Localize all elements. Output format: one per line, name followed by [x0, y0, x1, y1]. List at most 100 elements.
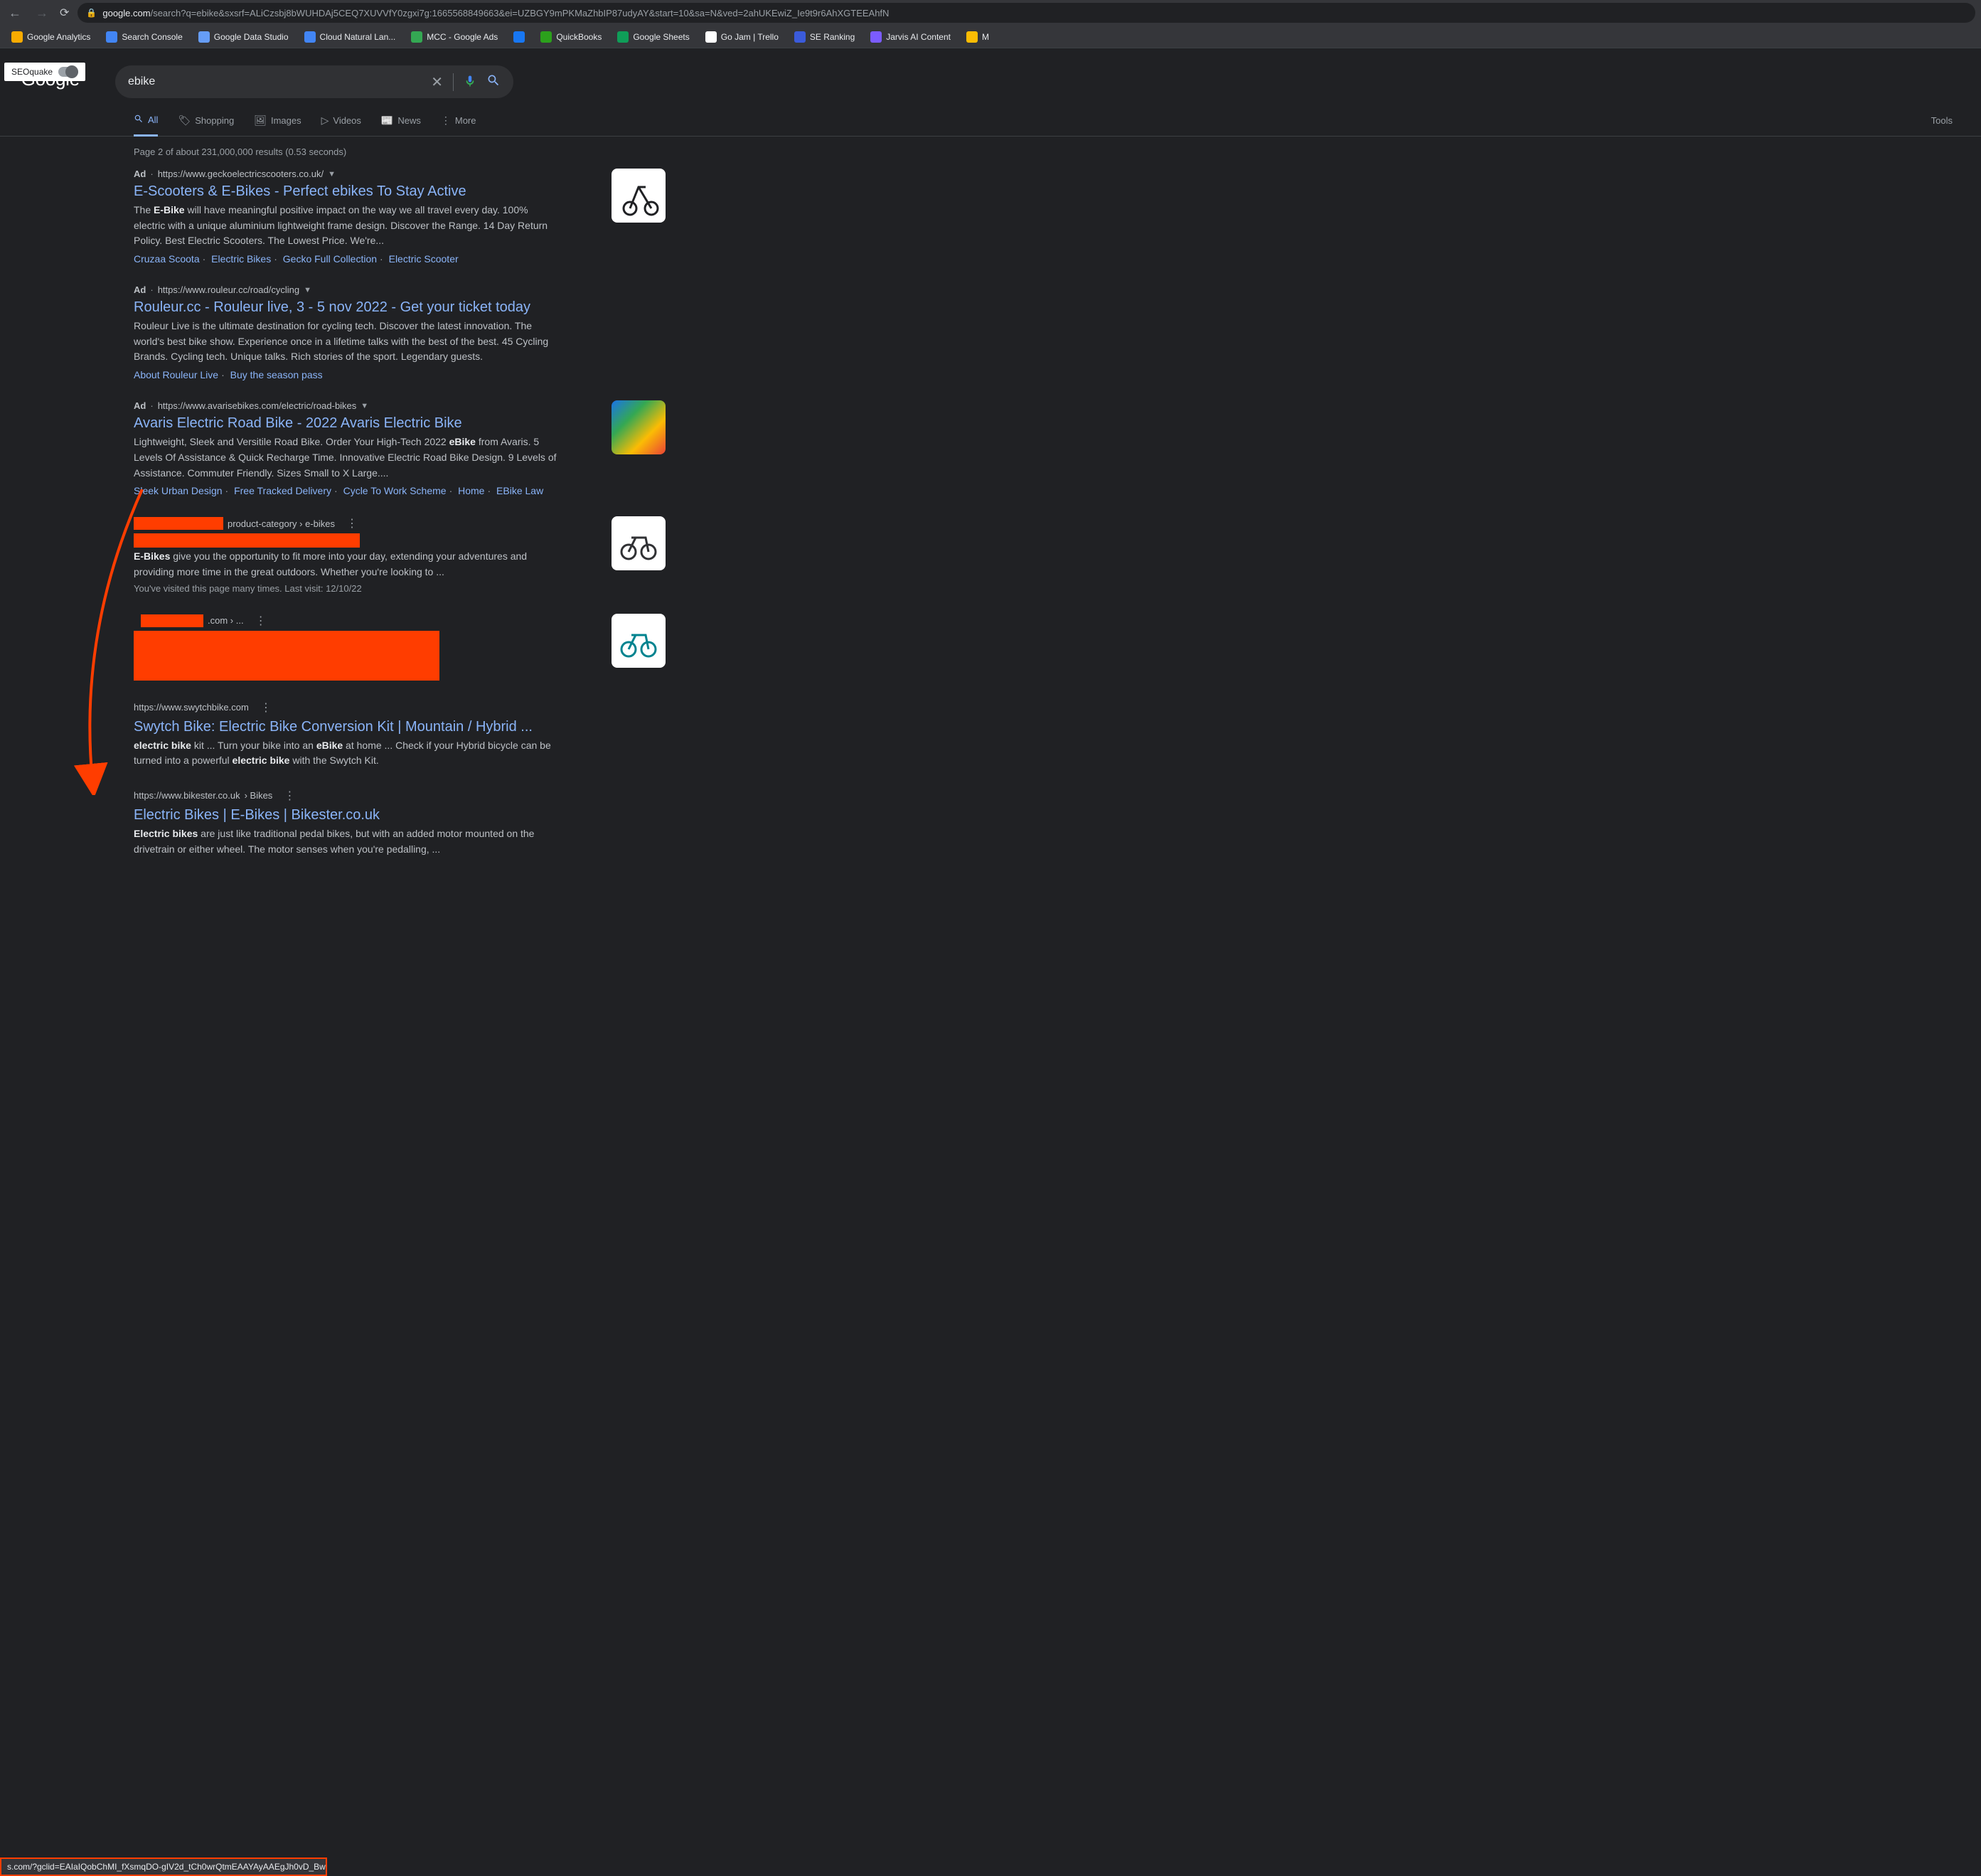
tab-news[interactable]: 📰 News [381, 114, 421, 135]
result-cite-suffix: product-category › e-bikes [228, 518, 335, 529]
result-sitelinks: About Rouleur Live· Buy the season pass [134, 369, 597, 380]
bookmark-label: Cloud Natural Lan... [320, 32, 396, 42]
result-thumbnail[interactable] [612, 614, 666, 668]
sitelink[interactable]: Electric Scooter [389, 253, 459, 265]
bookmark-label: Google Analytics [27, 32, 90, 42]
redacted-title [134, 533, 360, 548]
tab-all[interactable]: All [134, 114, 158, 137]
bookmark-item[interactable]: SE Ranking [789, 28, 860, 46]
bookmarks-bar: Google Analytics Search Console Google Dat… [0, 26, 1981, 48]
bookmark-item[interactable]: Go Jam | Trello [700, 28, 784, 46]
result-organic-4: https://www.bikester.co.uk › Bikes ⋮ Ele… [134, 789, 597, 857]
sitelink[interactable]: Cruzaa Scoota [134, 253, 200, 265]
mic-icon[interactable] [464, 75, 476, 90]
result-ad-1: Ad · https://www.geckoelectricscooters.c… [134, 169, 597, 265]
result-menu-icon[interactable]: ⋮ [346, 516, 358, 531]
chevron-down-icon[interactable]: ▼ [304, 286, 311, 294]
result-stats: Page 2 of about 231,000,000 results (0.5… [134, 146, 597, 157]
search-header: Google ✕ [0, 48, 1981, 98]
back-button[interactable]: ← [6, 3, 24, 23]
result-thumbnail[interactable] [612, 169, 666, 223]
ad-label: Ad [134, 400, 146, 411]
search-input[interactable] [128, 75, 421, 88]
bookmark-favicon [198, 31, 210, 43]
result-ad-2: Ad · https://www.rouleur.cc/road/cycling… [134, 284, 597, 380]
result-title-link[interactable]: Swytch Bike: Electric Bike Conversion Ki… [134, 719, 533, 735]
bookmark-favicon [966, 31, 978, 43]
bookmark-item[interactable]: MCC - Google Ads [405, 28, 503, 46]
sitelink[interactable]: About Rouleur Live [134, 369, 218, 380]
ad-label: Ad [134, 284, 146, 295]
image-icon: 🖼 [254, 114, 267, 127]
bookmark-label: Go Jam | Trello [721, 32, 779, 42]
search-small-icon [134, 114, 144, 126]
tab-more[interactable]: ⋮ More [441, 114, 476, 135]
result-title-link[interactable]: Avaris Electric Road Bike - 2022 Avaris … [134, 415, 462, 432]
bookmark-favicon [513, 31, 525, 43]
ad-label: Ad [134, 169, 146, 179]
chevron-down-icon[interactable]: ▼ [361, 402, 368, 410]
tools-link[interactable]: Tools [1931, 115, 1953, 134]
search-box[interactable]: ✕ [115, 65, 513, 98]
bookmark-label: Jarvis AI Content [886, 32, 951, 42]
search-tabs: All 🏷 Shopping 🖼 Images ▷ Videos 📰 News … [0, 98, 1981, 137]
bookmark-item[interactable]: Google Sheets [612, 28, 695, 46]
result-cite-crumb: › Bikes [245, 790, 273, 801]
bookmark-label: Google Sheets [633, 32, 689, 42]
sitelink[interactable]: Sleek Urban Design [134, 485, 223, 496]
result-description: electric bike kit ... Turn your bike int… [134, 738, 560, 769]
result-menu-icon[interactable]: ⋮ [260, 700, 272, 715]
bookmark-item[interactable]: Jarvis AI Content [865, 28, 956, 46]
address-bar[interactable]: 🔒 google.com/search?q=ebike&sxsrf=ALiCzs… [78, 3, 1975, 23]
result-cite: https://www.geckoelectricscooters.co.uk/ [158, 169, 324, 179]
sitelink[interactable]: Free Tracked Delivery [234, 485, 331, 496]
bookmark-favicon [617, 31, 629, 43]
result-menu-icon[interactable]: ⋮ [255, 614, 267, 628]
result-title-link[interactable]: Electric Bikes | E-Bikes | Bikester.co.u… [134, 807, 380, 824]
bookmark-item[interactable]: Google Data Studio [193, 28, 294, 46]
result-sitelinks: Cruzaa Scoota· Electric Bikes· Gecko Ful… [134, 253, 597, 265]
seoquake-toggle[interactable] [58, 67, 78, 77]
sitelink[interactable]: Home [458, 485, 484, 496]
forward-button[interactable]: → [33, 3, 51, 23]
seoquake-label: SEOquake [11, 67, 53, 77]
seoquake-widget[interactable]: SEOquake [4, 63, 85, 81]
bookmark-label: Google Data Studio [214, 32, 289, 42]
bookmark-label: MCC - Google Ads [427, 32, 498, 42]
tab-shopping[interactable]: 🏷 Shopping [178, 114, 234, 135]
search-icon[interactable] [486, 73, 501, 91]
bookmark-item[interactable]: Google Analytics [6, 28, 96, 46]
bookmark-item[interactable]: M [961, 28, 995, 46]
news-icon: 📰 [381, 114, 393, 127]
result-description: Lightweight, Sleek and Versitile Road Bi… [134, 435, 560, 481]
tab-shopping-label: Shopping [195, 115, 234, 126]
clear-icon[interactable]: ✕ [431, 73, 454, 91]
tab-videos[interactable]: ▷ Videos [321, 114, 361, 135]
result-description: The E-Bike will have meaningful positive… [134, 203, 560, 249]
sitelink[interactable]: Gecko Full Collection [283, 253, 377, 265]
result-thumbnail[interactable] [612, 400, 666, 454]
result-cite: https://www.avarisebikes.com/electric/ro… [158, 400, 357, 411]
sitelink[interactable]: Buy the season pass [230, 369, 323, 380]
sitelink[interactable]: EBike Law [496, 485, 543, 496]
play-icon: ▷ [321, 114, 329, 127]
chevron-down-icon[interactable]: ▼ [328, 170, 336, 178]
tab-images[interactable]: 🖼 Images [254, 114, 301, 135]
reload-button[interactable]: ⟳ [60, 6, 69, 20]
bookmark-item[interactable] [508, 28, 530, 46]
sitelink[interactable]: Cycle To Work Scheme [343, 485, 447, 496]
result-title-link[interactable]: Rouleur.cc - Rouleur live, 3 - 5 nov 202… [134, 299, 530, 316]
bookmark-item[interactable]: Cloud Natural Lan... [299, 28, 402, 46]
tag-icon: 🏷 [178, 114, 191, 127]
result-description: E-Bikes give you the opportunity to fit … [134, 549, 560, 580]
redacted-block [141, 614, 203, 627]
result-title-link[interactable]: E-Scooters & E-Bikes - Perfect ebikes To… [134, 183, 466, 200]
bookmark-item[interactable]: Search Console [100, 28, 188, 46]
result-thumbnail[interactable] [612, 516, 666, 570]
result-menu-icon[interactable]: ⋮ [284, 789, 295, 803]
result-sitelinks: Sleek Urban Design· Free Tracked Deliver… [134, 485, 597, 496]
result-cite-suffix: .com › ... [208, 615, 244, 626]
bookmark-item[interactable]: QuickBooks [535, 28, 607, 46]
bookmark-label: QuickBooks [556, 32, 602, 42]
sitelink[interactable]: Electric Bikes [211, 253, 271, 265]
